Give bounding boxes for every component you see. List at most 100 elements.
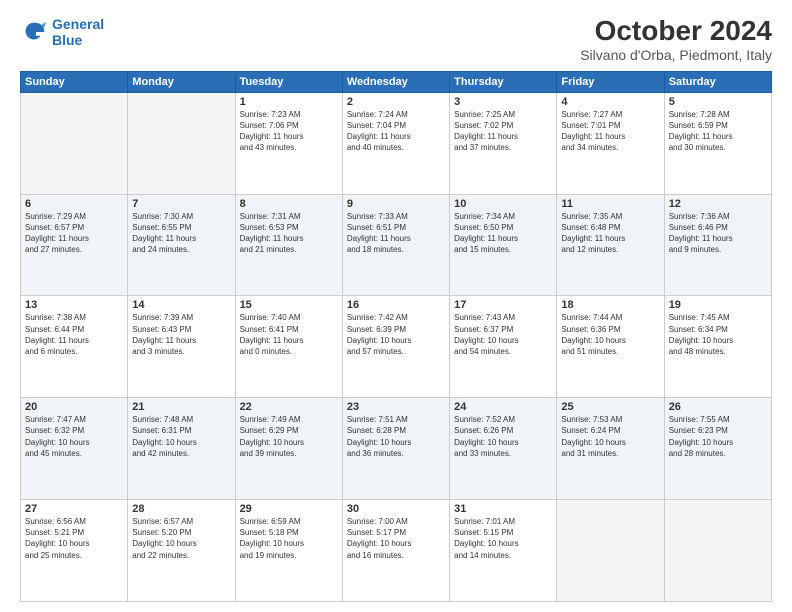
day-info: Sunrise: 7:53 AM Sunset: 6:24 PM Dayligh… bbox=[561, 414, 659, 459]
col-friday: Friday bbox=[557, 71, 664, 92]
col-sunday: Sunday bbox=[21, 71, 128, 92]
day-info: Sunrise: 7:48 AM Sunset: 6:31 PM Dayligh… bbox=[132, 414, 230, 459]
day-info: Sunrise: 7:23 AM Sunset: 7:06 PM Dayligh… bbox=[240, 109, 338, 154]
day-number: 26 bbox=[669, 401, 767, 413]
day-number: 30 bbox=[347, 503, 445, 515]
day-cell: 12Sunrise: 7:36 AM Sunset: 6:46 PM Dayli… bbox=[664, 194, 771, 296]
day-info: Sunrise: 7:52 AM Sunset: 6:26 PM Dayligh… bbox=[454, 414, 552, 459]
day-info: Sunrise: 6:56 AM Sunset: 5:21 PM Dayligh… bbox=[25, 516, 123, 561]
day-number: 16 bbox=[347, 299, 445, 311]
day-cell: 21Sunrise: 7:48 AM Sunset: 6:31 PM Dayli… bbox=[128, 398, 235, 500]
day-cell: 31Sunrise: 7:01 AM Sunset: 5:15 PM Dayli… bbox=[450, 500, 557, 602]
day-cell: 17Sunrise: 7:43 AM Sunset: 6:37 PM Dayli… bbox=[450, 296, 557, 398]
day-number: 9 bbox=[347, 198, 445, 210]
day-info: Sunrise: 7:33 AM Sunset: 6:51 PM Dayligh… bbox=[347, 211, 445, 256]
day-number: 7 bbox=[132, 198, 230, 210]
logo-blue: Blue bbox=[52, 32, 104, 48]
day-number: 21 bbox=[132, 401, 230, 413]
day-number: 10 bbox=[454, 198, 552, 210]
subtitle: Silvano d'Orba, Piedmont, Italy bbox=[580, 47, 772, 63]
col-monday: Monday bbox=[128, 71, 235, 92]
day-cell: 26Sunrise: 7:55 AM Sunset: 6:23 PM Dayli… bbox=[664, 398, 771, 500]
logo-text: General Blue bbox=[52, 16, 104, 48]
day-cell: 30Sunrise: 7:00 AM Sunset: 5:17 PM Dayli… bbox=[342, 500, 449, 602]
col-thursday: Thursday bbox=[450, 71, 557, 92]
main-title: October 2024 bbox=[580, 16, 772, 47]
day-cell: 2Sunrise: 7:24 AM Sunset: 7:04 PM Daylig… bbox=[342, 92, 449, 194]
day-cell: 25Sunrise: 7:53 AM Sunset: 6:24 PM Dayli… bbox=[557, 398, 664, 500]
day-number: 8 bbox=[240, 198, 338, 210]
day-number: 17 bbox=[454, 299, 552, 311]
day-cell: 13Sunrise: 7:38 AM Sunset: 6:44 PM Dayli… bbox=[21, 296, 128, 398]
calendar-table: Sunday Monday Tuesday Wednesday Thursday… bbox=[20, 71, 772, 602]
day-info: Sunrise: 7:38 AM Sunset: 6:44 PM Dayligh… bbox=[25, 312, 123, 357]
day-cell bbox=[664, 500, 771, 602]
day-cell: 24Sunrise: 7:52 AM Sunset: 6:26 PM Dayli… bbox=[450, 398, 557, 500]
page: General Blue October 2024 Silvano d'Orba… bbox=[0, 0, 792, 612]
day-cell: 9Sunrise: 7:33 AM Sunset: 6:51 PM Daylig… bbox=[342, 194, 449, 296]
day-number: 13 bbox=[25, 299, 123, 311]
day-cell: 23Sunrise: 7:51 AM Sunset: 6:28 PM Dayli… bbox=[342, 398, 449, 500]
day-cell: 29Sunrise: 6:59 AM Sunset: 5:18 PM Dayli… bbox=[235, 500, 342, 602]
day-number: 18 bbox=[561, 299, 659, 311]
day-cell: 7Sunrise: 7:30 AM Sunset: 6:55 PM Daylig… bbox=[128, 194, 235, 296]
day-cell bbox=[557, 500, 664, 602]
day-number: 11 bbox=[561, 198, 659, 210]
col-saturday: Saturday bbox=[664, 71, 771, 92]
day-info: Sunrise: 7:27 AM Sunset: 7:01 PM Dayligh… bbox=[561, 109, 659, 154]
day-number: 19 bbox=[669, 299, 767, 311]
day-number: 23 bbox=[347, 401, 445, 413]
day-cell: 5Sunrise: 7:28 AM Sunset: 6:59 PM Daylig… bbox=[664, 92, 771, 194]
day-info: Sunrise: 7:00 AM Sunset: 5:17 PM Dayligh… bbox=[347, 516, 445, 561]
logo-general: General bbox=[52, 16, 104, 32]
day-cell: 1Sunrise: 7:23 AM Sunset: 7:06 PM Daylig… bbox=[235, 92, 342, 194]
day-number: 31 bbox=[454, 503, 552, 515]
day-info: Sunrise: 7:49 AM Sunset: 6:29 PM Dayligh… bbox=[240, 414, 338, 459]
day-info: Sunrise: 7:43 AM Sunset: 6:37 PM Dayligh… bbox=[454, 312, 552, 357]
day-cell: 27Sunrise: 6:56 AM Sunset: 5:21 PM Dayli… bbox=[21, 500, 128, 602]
day-cell: 4Sunrise: 7:27 AM Sunset: 7:01 PM Daylig… bbox=[557, 92, 664, 194]
week-row-5: 27Sunrise: 6:56 AM Sunset: 5:21 PM Dayli… bbox=[21, 500, 772, 602]
day-number: 1 bbox=[240, 96, 338, 108]
day-cell bbox=[21, 92, 128, 194]
day-info: Sunrise: 7:34 AM Sunset: 6:50 PM Dayligh… bbox=[454, 211, 552, 256]
day-info: Sunrise: 7:39 AM Sunset: 6:43 PM Dayligh… bbox=[132, 312, 230, 357]
day-number: 20 bbox=[25, 401, 123, 413]
logo: General Blue bbox=[20, 16, 104, 48]
day-number: 4 bbox=[561, 96, 659, 108]
day-info: Sunrise: 7:28 AM Sunset: 6:59 PM Dayligh… bbox=[669, 109, 767, 154]
day-info: Sunrise: 7:31 AM Sunset: 6:53 PM Dayligh… bbox=[240, 211, 338, 256]
day-info: Sunrise: 7:45 AM Sunset: 6:34 PM Dayligh… bbox=[669, 312, 767, 357]
day-number: 29 bbox=[240, 503, 338, 515]
day-number: 2 bbox=[347, 96, 445, 108]
week-row-3: 13Sunrise: 7:38 AM Sunset: 6:44 PM Dayli… bbox=[21, 296, 772, 398]
day-info: Sunrise: 7:44 AM Sunset: 6:36 PM Dayligh… bbox=[561, 312, 659, 357]
col-wednesday: Wednesday bbox=[342, 71, 449, 92]
day-info: Sunrise: 7:24 AM Sunset: 7:04 PM Dayligh… bbox=[347, 109, 445, 154]
day-cell: 3Sunrise: 7:25 AM Sunset: 7:02 PM Daylig… bbox=[450, 92, 557, 194]
day-number: 28 bbox=[132, 503, 230, 515]
day-number: 27 bbox=[25, 503, 123, 515]
day-info: Sunrise: 7:40 AM Sunset: 6:41 PM Dayligh… bbox=[240, 312, 338, 357]
day-cell: 8Sunrise: 7:31 AM Sunset: 6:53 PM Daylig… bbox=[235, 194, 342, 296]
week-row-4: 20Sunrise: 7:47 AM Sunset: 6:32 PM Dayli… bbox=[21, 398, 772, 500]
day-cell: 19Sunrise: 7:45 AM Sunset: 6:34 PM Dayli… bbox=[664, 296, 771, 398]
day-info: Sunrise: 7:36 AM Sunset: 6:46 PM Dayligh… bbox=[669, 211, 767, 256]
day-cell bbox=[128, 92, 235, 194]
day-number: 25 bbox=[561, 401, 659, 413]
day-info: Sunrise: 7:01 AM Sunset: 5:15 PM Dayligh… bbox=[454, 516, 552, 561]
logo-icon bbox=[20, 18, 48, 46]
week-row-1: 1Sunrise: 7:23 AM Sunset: 7:06 PM Daylig… bbox=[21, 92, 772, 194]
day-info: Sunrise: 7:25 AM Sunset: 7:02 PM Dayligh… bbox=[454, 109, 552, 154]
day-cell: 18Sunrise: 7:44 AM Sunset: 6:36 PM Dayli… bbox=[557, 296, 664, 398]
day-info: Sunrise: 6:59 AM Sunset: 5:18 PM Dayligh… bbox=[240, 516, 338, 561]
day-cell: 6Sunrise: 7:29 AM Sunset: 6:57 PM Daylig… bbox=[21, 194, 128, 296]
day-info: Sunrise: 7:47 AM Sunset: 6:32 PM Dayligh… bbox=[25, 414, 123, 459]
day-number: 14 bbox=[132, 299, 230, 311]
day-info: Sunrise: 7:42 AM Sunset: 6:39 PM Dayligh… bbox=[347, 312, 445, 357]
day-number: 3 bbox=[454, 96, 552, 108]
day-info: Sunrise: 7:55 AM Sunset: 6:23 PM Dayligh… bbox=[669, 414, 767, 459]
header: General Blue October 2024 Silvano d'Orba… bbox=[20, 16, 772, 63]
day-info: Sunrise: 7:35 AM Sunset: 6:48 PM Dayligh… bbox=[561, 211, 659, 256]
day-number: 22 bbox=[240, 401, 338, 413]
